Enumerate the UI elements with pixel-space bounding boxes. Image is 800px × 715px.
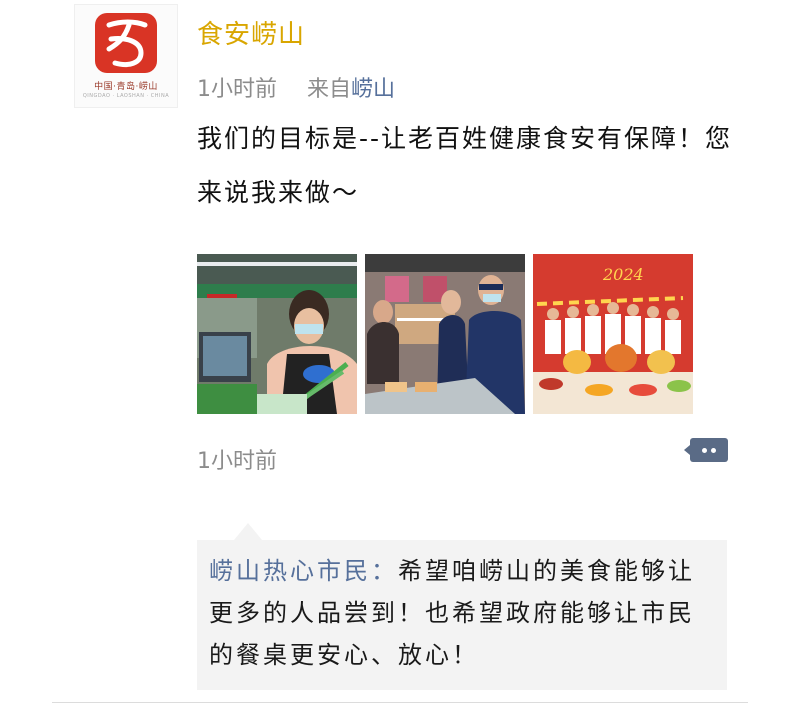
photo-vendor-market[interactable]: [197, 254, 357, 414]
photo-chefs-dishes[interactable]: 2024: [533, 254, 693, 414]
post-content: 我们的目标是--让老百姓健康食安有保障！您来说我来做～: [197, 124, 733, 207]
avatar-logo-subtext: QINGDAO · LAOSHAN · CHINA: [82, 93, 170, 99]
svg-text:2024: 2024: [602, 265, 644, 284]
laoshan-logo-icon: [95, 13, 157, 73]
comment-dots-icon-2: [711, 447, 716, 453]
source-prefix: 来自: [307, 77, 352, 102]
author-name[interactable]: 食安崂山: [197, 14, 305, 51]
author-avatar[interactable]: 中国·青岛·崂山 QINGDAO · LAOSHAN · CHINA: [74, 4, 178, 108]
comment-item[interactable]: 崂山热心市民：希望咱崂山的美食能够让更多的人品尝到！也希望政府能够让市民的餐桌更…: [209, 550, 715, 676]
photo-inspectors-bakery[interactable]: [365, 254, 525, 414]
post-time: 1小时前: [197, 77, 277, 102]
source-link[interactable]: 崂山: [351, 77, 395, 102]
comments-box: 崂山热心市民：希望咱崂山的美食能够让更多的人品尝到！也希望政府能够让市民的餐桌更…: [197, 540, 727, 690]
comment-dots-icon: [702, 447, 707, 453]
comment-action-button[interactable]: [684, 438, 728, 462]
post-meta: 1小时前 来自崂山: [197, 71, 395, 103]
post-footer-time: 1小时前: [197, 449, 277, 474]
comment-separator: ：: [371, 557, 398, 585]
comments-arrow: [234, 523, 262, 540]
photo-grid: 2024: [197, 254, 693, 414]
post-divider: [52, 702, 748, 703]
avatar-logo-text: 中国·青岛·崂山: [94, 82, 158, 92]
comment-user[interactable]: 崂山热心市民: [209, 557, 371, 585]
